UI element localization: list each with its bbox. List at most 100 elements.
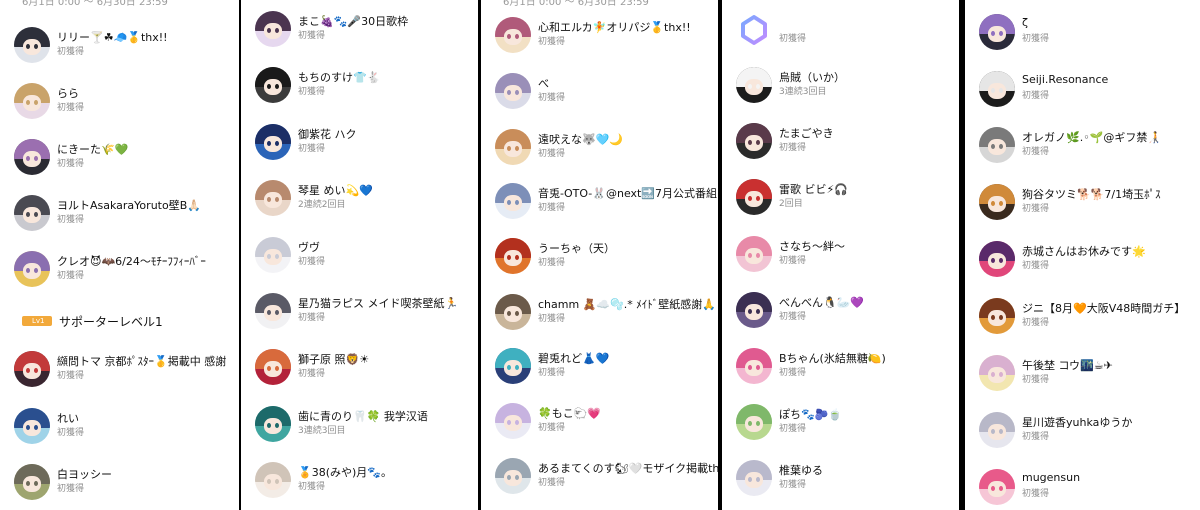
supporter-row[interactable]: ζ 初獲得 bbox=[965, 14, 1200, 64]
supporter-status: 初獲得 bbox=[538, 203, 566, 213]
supporter-row[interactable]: Seiji.Resonance 初獲得 bbox=[965, 71, 1200, 121]
supporter-row[interactable]: 白ヨッシー 初獲得 bbox=[0, 464, 239, 510]
supporter-status: 初獲得 bbox=[1022, 318, 1050, 328]
supporter-row[interactable]: れい 初獲得 bbox=[0, 408, 239, 458]
supporter-name: 纐問トマ 京都ﾎﾟｽﾀｰ🥇掲載中 感謝 bbox=[57, 355, 227, 368]
supporter-status: 初獲得 bbox=[298, 144, 326, 154]
supporter-status: 初獲得 bbox=[779, 368, 807, 378]
supporter-status: 3連続3回目 bbox=[779, 87, 827, 97]
supporter-name: さなち〜絆〜 bbox=[779, 240, 845, 253]
supporter-status: 初獲得 bbox=[298, 87, 326, 97]
supporter-row[interactable]: らら 初獲得 bbox=[0, 83, 239, 133]
supporter-row[interactable]: 心和エルカ🧚オリパジ🥇thx!! 初獲得 bbox=[481, 17, 718, 67]
supporter-row[interactable]: chamm 🧸☁️🫧.* ﾒｲﾄﾞ壁紙感謝🙏 初獲得 bbox=[481, 294, 718, 344]
avatar bbox=[255, 180, 291, 216]
avatar bbox=[495, 348, 531, 384]
supporter-row[interactable]: 初獲得 bbox=[722, 14, 959, 64]
supporter-row[interactable]: 赤城さんはお休みです🌟 初獲得 bbox=[965, 241, 1200, 291]
supporter-row[interactable]: 音兎-OTO-🐰@next🔜7月公式番組 初獲得 bbox=[481, 183, 718, 233]
supporter-row[interactable]: 遠吠えな🐺🩵🌙 初獲得 bbox=[481, 129, 718, 179]
supporter-row[interactable]: ぽち🐾🫐🍵 初獲得 bbox=[722, 404, 959, 454]
supporter-row[interactable]: 烏賊（いか） 3連続3回目 bbox=[722, 67, 959, 117]
supporter-row[interactable]: あるまてくのす🐿🤍モザイク掲載thx 初獲得 bbox=[481, 458, 718, 508]
supporter-panel-2: まこ🍇🐾🎤30日歌枠 初獲得 もちのすけ👕🐇 初獲得 御紫花 ハク 初獲得 琴星… bbox=[241, 0, 478, 510]
avatar bbox=[495, 73, 531, 109]
supporter-row[interactable]: 午後埜 コウ🌃☕✈ 初獲得 bbox=[965, 355, 1200, 405]
supporter-row[interactable]: たまごやき 初獲得 bbox=[722, 123, 959, 173]
supporter-name: あるまてくのす🐿🤍モザイク掲載thx bbox=[538, 462, 718, 475]
supporter-row[interactable]: 御紫花 ハク 初獲得 bbox=[241, 124, 478, 174]
supporter-name: 烏賊（いか） bbox=[779, 71, 845, 84]
supporter-panel-1: 6月1日 0:00 〜 6月30日 23:59 リリー🍸☘🧢🥇thx!! 初獲得… bbox=[0, 0, 239, 510]
avatar bbox=[979, 14, 1015, 50]
supporter-row[interactable]: 琴星 めい💫💙 2連続2回目 bbox=[241, 180, 478, 230]
supporter-row[interactable]: 🏅38(みや)月🐾。 初獲得 bbox=[241, 462, 478, 510]
supporter-status: 初獲得 bbox=[298, 313, 326, 323]
supporter-row[interactable]: ヴヴ 初獲得 bbox=[241, 237, 478, 287]
avatar bbox=[979, 469, 1015, 505]
supporter-row[interactable]: 雷歌 ビビ⚡🎧 2回目 bbox=[722, 179, 959, 229]
supporter-row[interactable]: にきーた🌾💚 初獲得 bbox=[0, 139, 239, 189]
avatar bbox=[495, 129, 531, 165]
supporter-name: 狗谷タツミ🐕🐕7/1埼玉ﾎﾟｽ bbox=[1022, 188, 1161, 201]
avatar bbox=[255, 293, 291, 329]
supporter-row[interactable]: 獅子原 照🦁☀ 初獲得 bbox=[241, 349, 478, 399]
avatar bbox=[255, 124, 291, 160]
supporter-row[interactable]: 狗谷タツミ🐕🐕7/1埼玉ﾎﾟｽ 初獲得 bbox=[965, 184, 1200, 234]
supporter-row[interactable]: 星川遊香yuhkaゆうか 初獲得 bbox=[965, 412, 1200, 462]
supporter-row[interactable]: mugensun 初獲得 bbox=[965, 469, 1200, 510]
supporter-row[interactable]: オレガノ🌿.◦🌱@ギフ禁🧑‍🦯 初獲得 bbox=[965, 127, 1200, 177]
supporter-name: ヨルトAsakaraYoruto壁B🙏🏻 bbox=[57, 199, 201, 212]
supporter-status: 初獲得 bbox=[779, 256, 807, 266]
avatar bbox=[14, 464, 50, 500]
supporter-name: 雷歌 ビビ⚡🎧 bbox=[779, 183, 848, 196]
supporter-row[interactable]: べんべん🐧🦢💜 初獲得 bbox=[722, 292, 959, 342]
supporter-row[interactable]: べ 初獲得 bbox=[481, 73, 718, 123]
supporter-status: 初獲得 bbox=[298, 257, 326, 267]
supporter-name: Seiji.Resonance bbox=[1022, 73, 1109, 86]
avatar bbox=[495, 294, 531, 330]
avatar bbox=[495, 238, 531, 274]
supporter-status: 初獲得 bbox=[779, 143, 807, 153]
supporter-row[interactable]: さなち〜絆〜 初獲得 bbox=[722, 236, 959, 286]
supporter-status: 初獲得 bbox=[1022, 147, 1050, 157]
supporter-row[interactable]: 椎葉ゆる 初獲得 bbox=[722, 460, 959, 510]
supporter-status: 初獲得 bbox=[1022, 34, 1050, 44]
supporter-row[interactable]: うーちゃ（天） 初獲得 bbox=[481, 238, 718, 288]
supporter-status: 初獲得 bbox=[538, 93, 566, 103]
supporter-row[interactable]: もちのすけ👕🐇 初獲得 bbox=[241, 67, 478, 117]
supporter-row[interactable]: クレオ😈🦇6/24〜ﾓﾁｰﾌﾌｨｰﾊﾞｰ 初獲得 bbox=[0, 251, 239, 301]
avatar bbox=[255, 406, 291, 442]
supporter-name: 午後埜 コウ🌃☕✈ bbox=[1022, 359, 1113, 372]
supporter-status: 初獲得 bbox=[779, 480, 807, 490]
supporter-status: 初獲得 bbox=[538, 478, 566, 488]
supporter-name: 赤城さんはお休みです🌟 bbox=[1022, 245, 1146, 258]
supporter-row[interactable]: 歯に青のり🦷🍀 我学汉语 3連続3回目 bbox=[241, 406, 478, 456]
supporter-name: 白ヨッシー bbox=[57, 468, 112, 481]
supporter-row[interactable]: 碧兎れど👗💙 初獲得 bbox=[481, 348, 718, 398]
supporter-row[interactable]: 星乃猫ラピス メイド喫茶壁紙🏃 初獲得 bbox=[241, 293, 478, 343]
level-badge: Lv1 bbox=[22, 316, 52, 326]
period-header: 6月1日 0:00 〜 6月30日 23:59 bbox=[22, 0, 168, 8]
supporter-name: mugensun bbox=[1022, 471, 1081, 484]
supporter-row[interactable]: 🍀もこ🐑💗 初獲得 bbox=[481, 403, 718, 453]
supporter-row[interactable]: ジニ【8月🧡大阪V48時間ガチ】 初獲得 bbox=[965, 298, 1200, 348]
supporter-name: 音兎-OTO-🐰@next🔜7月公式番組 bbox=[538, 187, 718, 200]
supporter-row[interactable]: ヨルトAsakaraYoruto壁B🙏🏻 初獲得 bbox=[0, 195, 239, 245]
supporter-name: Bちゃん(氷結無糖🍋) bbox=[779, 352, 886, 365]
avatar bbox=[979, 355, 1015, 391]
avatar bbox=[255, 462, 291, 498]
avatar bbox=[736, 123, 772, 159]
level-badge-text: Lv1 bbox=[32, 317, 45, 325]
supporter-status: 初獲得 bbox=[57, 47, 85, 57]
avatar bbox=[979, 412, 1015, 448]
supporter-name: 星乃猫ラピス メイド喫茶壁紙🏃 bbox=[298, 297, 459, 310]
supporter-row[interactable]: リリー🍸☘🧢🥇thx!! 初獲得 bbox=[0, 27, 239, 77]
supporter-row[interactable]: まこ🍇🐾🎤30日歌枠 初獲得 bbox=[241, 11, 478, 61]
supporter-row[interactable]: Bちゃん(氷結無糖🍋) 初獲得 bbox=[722, 348, 959, 398]
supporter-status: 初獲得 bbox=[779, 312, 807, 322]
supporter-status: 初獲得 bbox=[538, 368, 566, 378]
supporter-name: 碧兎れど👗💙 bbox=[538, 352, 610, 365]
avatar bbox=[255, 349, 291, 385]
supporter-row[interactable]: 纐問トマ 京都ﾎﾟｽﾀｰ🥇掲載中 感謝 初獲得 bbox=[0, 351, 239, 401]
